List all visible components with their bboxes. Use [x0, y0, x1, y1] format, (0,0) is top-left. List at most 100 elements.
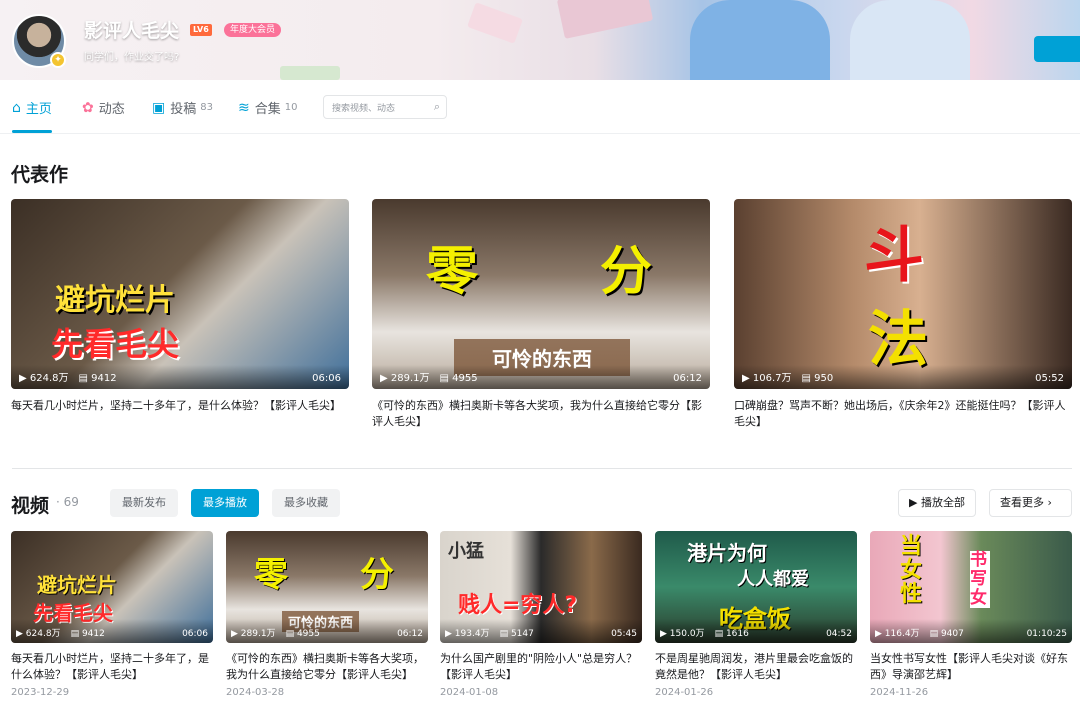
thumb-overlay-text: 避坑烂片 [37, 573, 117, 597]
avatar[interactable]: ✦ [12, 14, 66, 68]
video-title[interactable]: 不是周星驰周润发，港片里最会吃盒饭的竟然是他？【影评人毛尖】 [655, 651, 857, 683]
featured-card[interactable]: 零 分 可怜的东西 ▶ 289.1万 ▤ 4955 06:12 《可怜的东西》横扫奥… [372, 199, 710, 430]
video-card[interactable]: 港片为何 人人都爱 吃盒饭 ▶ 150.0万▤ 161604:52 不是周星驰周… [655, 531, 857, 698]
filter-most-played[interactable]: 最多播放 [191, 489, 259, 517]
video-thumbnail[interactable]: 避坑烂片 先看毛尖 ▶ 624.8万 ▤ 9412 06:06 [11, 531, 213, 643]
video-card[interactable]: 避坑烂片 先看毛尖 ▶ 624.8万 ▤ 9412 06:06 每天看几小时烂片，坚… [11, 531, 213, 698]
videos-count: · 69 [56, 495, 79, 509]
home-icon: ⌂ [12, 99, 21, 116]
search-input[interactable]: 搜索视频、动态 ⌕ [323, 95, 447, 119]
tab-label: 合集 [254, 102, 281, 117]
play-count: ▶ 624.8万 [16, 629, 61, 639]
video-thumbnail[interactable]: 斗 法 ▶ 106.7万 ▤ 950 05:52 [734, 199, 1072, 389]
tab-dynamic[interactable]: ✿ 动态 [82, 98, 125, 118]
filter-most-favorited[interactable]: 最多收藏 [272, 489, 340, 517]
thumb-overlay-text: 避坑烂片 [55, 283, 175, 318]
follow-button[interactable] [1034, 36, 1080, 62]
video-title[interactable]: 为什么国产剧里的"阴险小人"总是穷人？【影评人毛尖】 [440, 651, 642, 683]
play-count: ▶ 150.0万 [660, 629, 705, 639]
thumb-overlay-text: 小猛 [448, 541, 484, 562]
danmaku-count: ▤ 9412 [78, 373, 117, 384]
flower-icon: ✿ [82, 99, 94, 116]
video-title[interactable]: 每天看几小时烂片，坚持二十多年了，是什么体验？【影评人毛尖】 [11, 651, 213, 683]
tab-uploads[interactable]: ▣ 投稿 83 [152, 98, 213, 118]
banner-decoration [280, 66, 340, 80]
danmaku-count: ▤ 4955 [439, 373, 478, 384]
thumb-overlay-text: 零 [426, 242, 479, 302]
level-badge: LV6 [190, 24, 212, 36]
video-stats: ▶ 116.4万 ▤ 9407 01:10:25 [870, 619, 1072, 643]
filter-latest[interactable]: 最新发布 [110, 489, 178, 517]
thumb-overlay-text: 当女性 [900, 534, 923, 607]
danmaku-count: ▤ 4955 [285, 629, 320, 639]
videos-title: 视频 [11, 495, 50, 517]
video-thumbnail[interactable]: 零 分 可怜的东西 ▶ 289.1万▤ 495506:12 [226, 531, 428, 643]
tab-label: 主页 [25, 102, 52, 117]
danmaku-count: ▤ 9412 [70, 629, 105, 639]
video-stats: ▶ 289.1万 ▤ 4955 06:12 [226, 619, 428, 643]
video-title[interactable]: 每天看几小时烂片，坚持二十多年了，是什么体验？【影评人毛尖】 [11, 398, 349, 414]
banner-character [690, 0, 830, 80]
duration: 05:52 [1035, 373, 1064, 384]
play-count: ▶ 624.8万 [19, 373, 69, 384]
duration: 05:45 [611, 629, 637, 639]
tab-home[interactable]: ⌂ 主页 [12, 98, 52, 118]
vip-badge: 年度大会员 [224, 23, 282, 37]
play-count: ▶ 193.4万 [445, 629, 490, 639]
thumb-overlay-text: 斗 [864, 221, 924, 291]
thumb-overlay-text: 港片为何 [687, 541, 767, 565]
video-stats: ▶ 193.4万 ▤ 5147 05:45 [440, 619, 642, 643]
video-title[interactable]: 口碑崩盘？骂声不断？她出场后，《庆余年2》还能挺住吗？【影评人毛尖】 [734, 398, 1072, 430]
thumb-overlay-text: 贱人=穷人? [458, 593, 578, 618]
upload-date: 2024-11-26 [870, 687, 929, 698]
tab-label: 投稿 [170, 102, 197, 117]
banner-decoration [467, 2, 523, 44]
duration: 06:06 [312, 373, 341, 384]
tab-count: 83 [200, 102, 213, 113]
video-title[interactable]: 《可怜的东西》横扫奥斯卡等各大奖项，我为什么直接给它零分【影评人毛尖】 [226, 651, 428, 683]
upload-date: 2024-01-26 [655, 687, 714, 698]
thumb-overlay-text: 书写女 [970, 551, 990, 608]
video-stats: ▶ 150.0万 ▤ 1616 04:52 [655, 619, 857, 643]
video-stats: ▶ 624.8万 ▤ 9412 06:06 [11, 619, 213, 643]
profile-nav: ⌂ 主页 ✿ 动态 ▣ 投稿 83 ≋ 合集 10 搜索视频、动态 ⌕ [0, 80, 1080, 134]
user-name: 影评人毛尖 [84, 20, 180, 42]
video-stats: ▶ 289.1万 ▤ 4955 06:12 [372, 365, 710, 389]
upload-date: 2024-03-28 [226, 687, 285, 698]
video-thumbnail[interactable]: 零 分 可怜的东西 ▶ 289.1万▤ 495506:12 [372, 199, 710, 389]
video-title[interactable]: 当女性书写女性【影评人毛尖对谈《好东西》导演邵艺辉】 [870, 651, 1072, 683]
play-count: ▶ 106.7万 [742, 373, 792, 384]
video-card[interactable]: 当女性 书写女 ▶ 116.4万 ▤ 9407 01:10:25 当女性书写女性【影… [870, 531, 1072, 698]
duration: 06:12 [673, 373, 702, 384]
play-all-button[interactable]: ▶ 播放全部 [898, 489, 976, 517]
view-more-button[interactable]: 查看更多 › [989, 489, 1072, 517]
duration: 06:06 [182, 629, 208, 639]
tab-count: 10 [284, 102, 298, 113]
verified-icon: ✦ [50, 52, 66, 68]
video-thumbnail[interactable]: 港片为何 人人都爱 吃盒饭 ▶ 150.0万▤ 161604:52 [655, 531, 857, 643]
video-card[interactable]: 小猛 贱人=穷人? ▶ 193.4万 ▤ 5147 05:45 为什么国产剧里的"阴… [440, 531, 642, 698]
duration: 06:12 [397, 629, 423, 639]
video-thumbnail[interactable]: 当女性 书写女 ▶ 116.4万 ▤ 9407 01:10:25 [870, 531, 1072, 643]
banner-decoration [556, 0, 654, 39]
video-title[interactable]: 《可怜的东西》横扫奥斯卡等各大奖项，我为什么直接给它零分【影评人毛尖】 [372, 398, 710, 430]
tab-label: 动态 [98, 102, 125, 117]
video-card[interactable]: 零 分 可怜的东西 ▶ 289.1万▤ 495506:12 《可怜的东西》横扫奥… [226, 531, 428, 698]
thumb-overlay-text: 先看毛尖 [51, 325, 180, 363]
duration: 04:52 [826, 629, 852, 639]
featured-title: 代表作 [11, 164, 69, 186]
thumb-overlay-text: 分 [600, 242, 653, 302]
video-stats: ▶ 624.8万 ▤ 9412 06:06 [11, 365, 349, 389]
thumb-overlay-text: 人人都爱 [737, 569, 809, 590]
upload-date: 2023-12-29 [11, 687, 70, 698]
play-count: ▶ 289.1万 [231, 629, 276, 639]
tab-collections[interactable]: ≋ 合集 10 [238, 98, 298, 118]
video-thumbnail[interactable]: 避坑烂片 先看毛尖 ▶ 624.8万 ▤ 9412 06:06 [11, 199, 349, 389]
featured-card[interactable]: 斗 法 ▶ 106.7万 ▤ 950 05:52 口碑崩盘？骂声不断？她出场后，《庆… [734, 199, 1072, 430]
featured-card[interactable]: 避坑烂片 先看毛尖 ▶ 624.8万 ▤ 9412 06:06 每天看几小时烂片，坚… [11, 199, 349, 414]
danmaku-count: ▤ 9407 [929, 629, 964, 639]
video-thumbnail[interactable]: 小猛 贱人=穷人? ▶ 193.4万 ▤ 5147 05:45 [440, 531, 642, 643]
active-tab-indicator [12, 130, 52, 133]
section-divider [12, 468, 1072, 469]
search-icon[interactable]: ⌕ [434, 100, 440, 114]
